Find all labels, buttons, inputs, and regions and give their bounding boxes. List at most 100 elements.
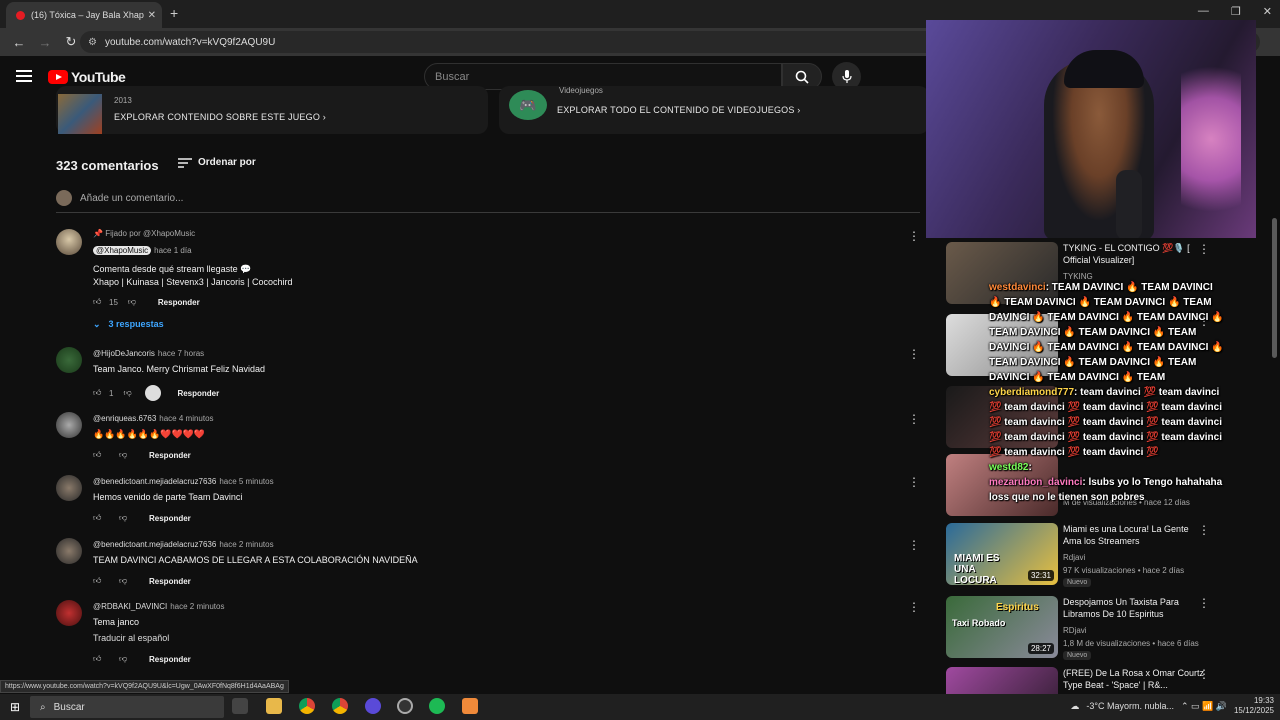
file-explorer-icon[interactable] <box>266 698 282 714</box>
like-icon[interactable]: 👍︎ <box>93 513 107 523</box>
reply-button[interactable]: Responder <box>149 577 191 586</box>
channel-name[interactable]: RDjavi <box>1063 626 1087 635</box>
chrome-icon[interactable] <box>332 698 348 714</box>
comment-author[interactable]: @HijoDeJancoris <box>93 349 155 358</box>
forward-icon[interactable]: → <box>38 35 52 50</box>
weather-text[interactable]: -3°C Mayorm. nubla... <box>1086 701 1174 711</box>
reply-button[interactable]: Responder <box>177 389 219 398</box>
more-options-icon[interactable]: ⋮ <box>1198 667 1210 681</box>
comment-time[interactable]: hace 4 minutos <box>159 414 213 423</box>
avatar[interactable] <box>56 600 82 626</box>
comment-author[interactable]: @RDBAKI_DAVINCI <box>93 602 167 611</box>
explore-game-link[interactable]: EXPLORAR CONTENIDO SOBRE ESTE JUEGO › <box>114 112 326 122</box>
windows-start-icon[interactable]: ⊞ <box>10 700 20 714</box>
comment-time[interactable]: hace 2 minutos <box>170 602 224 611</box>
related-video[interactable]: Espiritus Taxi Robado 28:27 Despojamos U… <box>946 596 1216 660</box>
comment-author[interactable]: @XhapoMusic <box>93 246 152 255</box>
clock[interactable]: 19:33 15/12/2025 <box>1234 696 1274 716</box>
avatar[interactable] <box>56 475 82 501</box>
chrome-icon[interactable] <box>299 698 315 714</box>
like-icon[interactable]: 👍︎ <box>93 576 107 586</box>
comment-time[interactable]: hace 1 día <box>154 246 191 255</box>
more-options-icon[interactable]: ⋮ <box>908 347 920 361</box>
dislike-icon[interactable]: 👎︎ <box>119 450 133 460</box>
comment-time[interactable]: hace 2 minutos <box>219 540 273 549</box>
reply-button[interactable]: Responder <box>149 514 191 523</box>
game-cover-image <box>58 94 102 134</box>
youtube-logo[interactable]: YouTube <box>48 69 126 85</box>
discord-icon[interactable] <box>365 698 381 714</box>
avatar[interactable] <box>56 412 82 438</box>
add-comment-field[interactable]: Añade un comentario... <box>56 190 920 213</box>
comment-time[interactable]: hace 7 horas <box>158 349 204 358</box>
obs-icon[interactable] <box>397 698 413 714</box>
comment-time[interactable]: hace 5 minutos <box>219 477 273 486</box>
like-icon[interactable]: 👍︎ <box>93 654 107 664</box>
reply-button[interactable]: Responder <box>149 655 191 664</box>
sort-button[interactable]: Ordenar por <box>178 157 256 168</box>
like-icon[interactable]: 👍︎ <box>93 450 107 460</box>
video-thumbnail[interactable]: MIAMI ES UNA LOCURA 32:31 <box>946 523 1058 585</box>
view-replies-button[interactable]: ⌄ 3 respuestas <box>93 319 164 330</box>
video-thumbnail[interactable]: Espiritus Taxi Robado 28:27 <box>946 596 1058 658</box>
more-options-icon[interactable]: ⋮ <box>1198 523 1210 537</box>
like-icon[interactable]: 👍︎ <box>93 388 107 398</box>
like-icon[interactable]: 👍︎ <box>93 297 107 307</box>
translate-link[interactable]: Traducir al español <box>93 632 169 645</box>
comment-author[interactable]: @enriqueas.6763 <box>93 414 156 423</box>
channel-name[interactable]: Rdjavi <box>1063 553 1085 562</box>
task-view-icon[interactable] <box>232 698 248 714</box>
more-options-icon[interactable]: ⋮ <box>908 412 920 426</box>
comment-text: Hemos venido de parte Team Davinci <box>93 492 243 502</box>
gaming-card[interactable]: 🎮 Videojuegos EXPLORAR TODO EL CONTENIDO… <box>499 86 929 134</box>
back-icon[interactable]: ← <box>12 35 26 50</box>
close-window-icon[interactable]: ✕ <box>1263 5 1272 18</box>
gamepad-icon: 🎮 <box>509 90 547 120</box>
menu-icon[interactable] <box>16 70 32 82</box>
comment-item: @enriqueas.6763 hace 4 minutos 🔥🔥🔥🔥🔥🔥❤️❤️… <box>56 412 926 482</box>
reload-icon[interactable]: ↻ <box>64 34 78 50</box>
reply-button[interactable]: Responder <box>158 298 200 307</box>
related-video[interactable]: (FREE) De La Rosa x Omar Courtz Type Bea… <box>946 667 1216 694</box>
video-title[interactable]: (FREE) De La Rosa x Omar Courtz Type Bea… <box>1063 667 1205 691</box>
comment-text: 🔥🔥🔥🔥🔥🔥❤️❤️❤️❤️ <box>93 429 206 439</box>
dislike-icon[interactable]: 👎︎ <box>128 297 142 307</box>
comment-item: @RDBAKI_DAVINCI hace 2 minutos Tema janco… <box>56 600 926 680</box>
streamer-cap <box>1064 50 1144 88</box>
more-options-icon[interactable]: ⋮ <box>908 475 920 489</box>
avatar[interactable] <box>56 229 82 255</box>
avatar[interactable] <box>56 538 82 564</box>
taskbar-search[interactable]: ⌕ Buscar <box>30 696 224 718</box>
reply-button[interactable]: Responder <box>149 451 191 460</box>
scrollbar[interactable] <box>1272 218 1277 358</box>
video-title[interactable]: Miami es una Locura! La Gente Ama los St… <box>1063 523 1205 547</box>
video-title[interactable]: Despojamos Un Taxista Para Libramos De 1… <box>1063 596 1205 620</box>
more-options-icon[interactable]: ⋮ <box>1198 596 1210 610</box>
video-title[interactable]: TYKING - EL CONTIGO 💯🎙️ [ Official Visua… <box>1063 242 1205 266</box>
site-info-icon[interactable]: ⚙ <box>88 37 97 48</box>
more-options-icon[interactable]: ⋮ <box>908 600 920 614</box>
new-tab-button[interactable]: + <box>170 5 178 21</box>
spotify-icon[interactable] <box>429 698 445 714</box>
dislike-icon[interactable]: 👎︎ <box>119 513 133 523</box>
explore-gaming-link[interactable]: EXPLORAR TODO EL CONTENIDO DE VIDEOJUEGO… <box>557 105 801 115</box>
comment-author[interactable]: @benedictoant.mejiadelacruz7636 <box>93 540 216 549</box>
chat-message: westd82: <box>989 460 1225 475</box>
maximize-icon[interactable]: ❐ <box>1231 5 1241 18</box>
dislike-icon[interactable]: 👎︎ <box>123 388 137 398</box>
close-tab-icon[interactable]: ✕ <box>148 10 156 21</box>
game-card[interactable]: 2013 EXPLORAR CONTENIDO SOBRE ESTE JUEGO… <box>56 86 488 134</box>
minimize-icon[interactable]: — <box>1198 5 1209 18</box>
video-thumbnail[interactable] <box>946 667 1058 694</box>
avatar[interactable] <box>56 347 82 373</box>
related-video[interactable]: MIAMI ES UNA LOCURA 32:31 Miami es una L… <box>946 523 1216 587</box>
app-icon[interactable] <box>462 698 478 714</box>
comment-author[interactable]: @benedictoant.mejiadelacruz7636 <box>93 477 216 486</box>
dislike-icon[interactable]: 👎︎ <box>119 576 133 586</box>
more-options-icon[interactable]: ⋮ <box>1198 242 1210 256</box>
more-options-icon[interactable]: ⋮ <box>908 538 920 552</box>
dislike-icon[interactable]: 👎︎ <box>119 654 133 664</box>
more-options-icon[interactable]: ⋮ <box>908 229 920 243</box>
browser-tab[interactable]: (16) Tóxica – Jay Bala Xhapo x K ✕ <box>6 2 162 28</box>
tray-icons[interactable]: ⌃ ▭ 📶 🔊 <box>1181 701 1227 712</box>
